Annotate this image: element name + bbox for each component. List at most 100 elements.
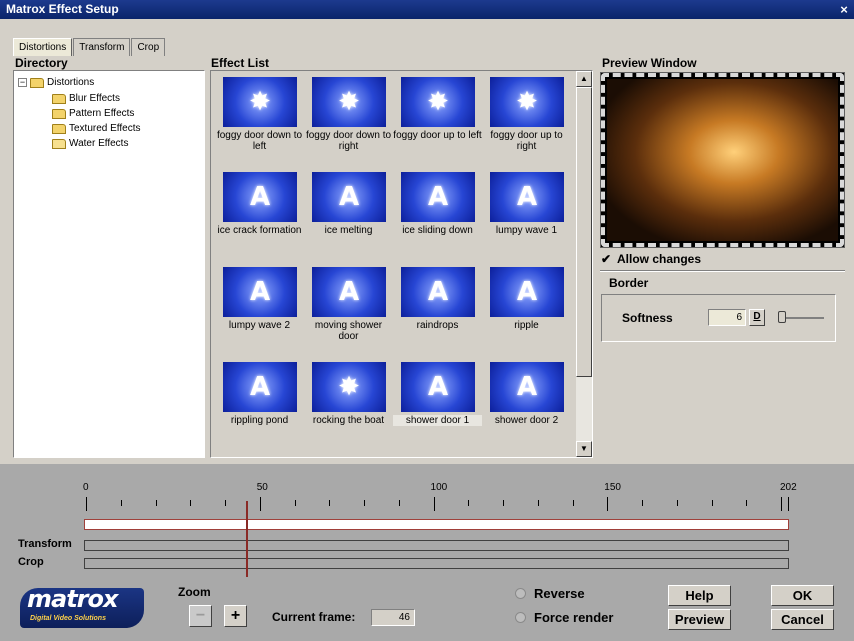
effect-item[interactable]: Alumpy wave 2 xyxy=(215,265,304,360)
effect-list-scrollbar[interactable]: ▲ ▼ xyxy=(576,71,592,457)
softness-input[interactable]: 6 xyxy=(708,309,746,326)
allow-changes-checkbox[interactable]: ✔ Allow changes xyxy=(601,252,701,266)
effect-item[interactable]: Araindrops xyxy=(393,265,482,360)
effect-item[interactable]: Ashower door 2 xyxy=(482,360,571,455)
window-title: Matrox Effect Setup xyxy=(6,2,119,16)
scroll-up-icon[interactable]: ▲ xyxy=(576,71,592,87)
scroll-down-icon[interactable]: ▼ xyxy=(576,441,592,457)
timeline-effect-track[interactable] xyxy=(84,519,789,530)
effect-item[interactable]: ✸ rocking the boat xyxy=(304,360,393,455)
help-button[interactable]: Help xyxy=(668,585,731,606)
close-icon[interactable]: × xyxy=(834,0,854,19)
effect-thumbnail-glyph: A xyxy=(516,182,538,212)
ruler-tick xyxy=(434,497,435,511)
effect-list-title: Effect List xyxy=(211,56,270,70)
effect-label: foggy door down to right xyxy=(305,130,392,152)
preview-title: Preview Window xyxy=(602,56,697,70)
ruler-tick xyxy=(468,500,469,506)
ruler-label: 150 xyxy=(604,482,621,493)
effect-item[interactable]: ✸ foggy door up to right xyxy=(482,75,571,170)
zoom-in-button[interactable]: + xyxy=(224,605,247,627)
tab-transform[interactable]: Transform xyxy=(73,38,131,56)
divider xyxy=(600,270,845,272)
tree-item-label: Textured Effects xyxy=(69,123,141,134)
ruler-tick xyxy=(399,500,400,506)
directory-title: Directory xyxy=(15,56,68,70)
effect-thumbnail-glyph: ✸ xyxy=(427,87,449,117)
tab-crop[interactable]: Crop xyxy=(131,38,166,56)
effect-thumbnail-glyph: ✸ xyxy=(338,372,360,402)
softness-label: Softness xyxy=(622,311,673,325)
effect-item[interactable]: ✸ foggy door up to left xyxy=(393,75,482,170)
ok-button[interactable]: OK xyxy=(771,585,834,606)
effect-thumbnail: ✸ xyxy=(490,77,564,127)
reverse-option[interactable]: Reverse xyxy=(515,586,585,601)
effect-thumbnail-glyph: A xyxy=(427,277,449,307)
preview-border-edge xyxy=(601,73,844,247)
effect-item[interactable]: Ashower door 1 xyxy=(393,360,482,455)
effect-thumbnail-glyph: A xyxy=(516,277,538,307)
effect-item[interactable]: Arippling pond xyxy=(215,360,304,455)
effect-thumbnail-glyph: ✸ xyxy=(516,87,538,117)
scroll-thumb[interactable] xyxy=(576,87,592,377)
effect-thumbnail: A xyxy=(490,267,564,317)
softness-default-button[interactable]: D xyxy=(749,309,765,326)
tree-item-label: Pattern Effects xyxy=(69,108,135,119)
effect-item[interactable]: Aice melting xyxy=(304,170,393,265)
effect-item[interactable]: Aice sliding down xyxy=(393,170,482,265)
ruler-tick xyxy=(86,497,87,511)
effect-item[interactable]: Aice crack formation xyxy=(215,170,304,265)
tree-item-water-effects[interactable]: Water Effects xyxy=(52,136,128,151)
effect-thumbnail: ✸ xyxy=(312,77,386,127)
effect-thumbnail: A xyxy=(312,267,386,317)
tree-item-blur-effects[interactable]: Blur Effects xyxy=(52,91,120,106)
softness-slider-knob[interactable] xyxy=(778,311,786,323)
zoom-out-button[interactable]: − xyxy=(189,605,212,627)
preview-button[interactable]: Preview xyxy=(668,609,731,630)
ruler-tick xyxy=(788,497,789,511)
effect-thumbnail-glyph: A xyxy=(249,182,271,212)
effect-label: foggy door up to right xyxy=(490,130,563,152)
effect-thumbnail: A xyxy=(401,362,475,412)
tree-item-textured-effects[interactable]: Textured Effects xyxy=(52,121,141,136)
effect-item[interactable]: Alumpy wave 1 xyxy=(482,170,571,265)
logo-tagline: Digital Video Solutions xyxy=(30,615,106,622)
radio-icon xyxy=(515,612,526,623)
cancel-button[interactable]: Cancel xyxy=(771,609,834,630)
effect-thumbnail: A xyxy=(223,362,297,412)
collapse-icon[interactable]: − xyxy=(18,78,27,87)
transform-track[interactable] xyxy=(84,540,789,551)
softness-slider-track[interactable] xyxy=(786,317,824,319)
effect-thumbnail-glyph: A xyxy=(249,277,271,307)
ruler-tick xyxy=(607,497,608,511)
effect-label: shower door 2 xyxy=(494,415,559,426)
effect-thumbnail: A xyxy=(490,172,564,222)
force-render-option[interactable]: Force render xyxy=(515,610,613,625)
effect-thumbnail-glyph: A xyxy=(427,372,449,402)
ruler-tick xyxy=(746,500,747,506)
title-bar: Matrox Effect Setup × xyxy=(0,0,854,19)
effect-item[interactable]: ✸ foggy door down to right xyxy=(304,75,393,170)
effect-label: ice sliding down xyxy=(402,225,473,236)
effect-item[interactable]: Aripple xyxy=(482,265,571,360)
ruler-tick xyxy=(295,500,296,506)
effect-thumbnail: A xyxy=(223,267,297,317)
ruler-tick xyxy=(121,500,122,506)
allow-changes-label: Allow changes xyxy=(617,252,702,266)
ruler-label: 202 xyxy=(780,482,797,493)
folder-icon xyxy=(52,123,66,134)
tree-item-pattern-effects[interactable]: Pattern Effects xyxy=(52,106,134,121)
effect-thumbnail-glyph: A xyxy=(338,182,360,212)
timeline-cursor[interactable] xyxy=(246,501,248,577)
folder-icon xyxy=(52,93,66,104)
preview-window xyxy=(600,72,845,248)
effect-label: lumpy wave 2 xyxy=(228,320,291,331)
effect-thumbnail: ✸ xyxy=(223,77,297,127)
effect-item[interactable]: ✸ foggy door down to left xyxy=(215,75,304,170)
open-folder-icon xyxy=(52,138,66,149)
crop-track[interactable] xyxy=(84,558,789,569)
effect-item[interactable]: Amoving shower door xyxy=(304,265,393,360)
tab-distortions[interactable]: Distortions xyxy=(13,38,73,56)
tree-root[interactable]: − Distortions xyxy=(18,75,94,90)
current-frame-input[interactable]: 46 xyxy=(371,609,415,626)
